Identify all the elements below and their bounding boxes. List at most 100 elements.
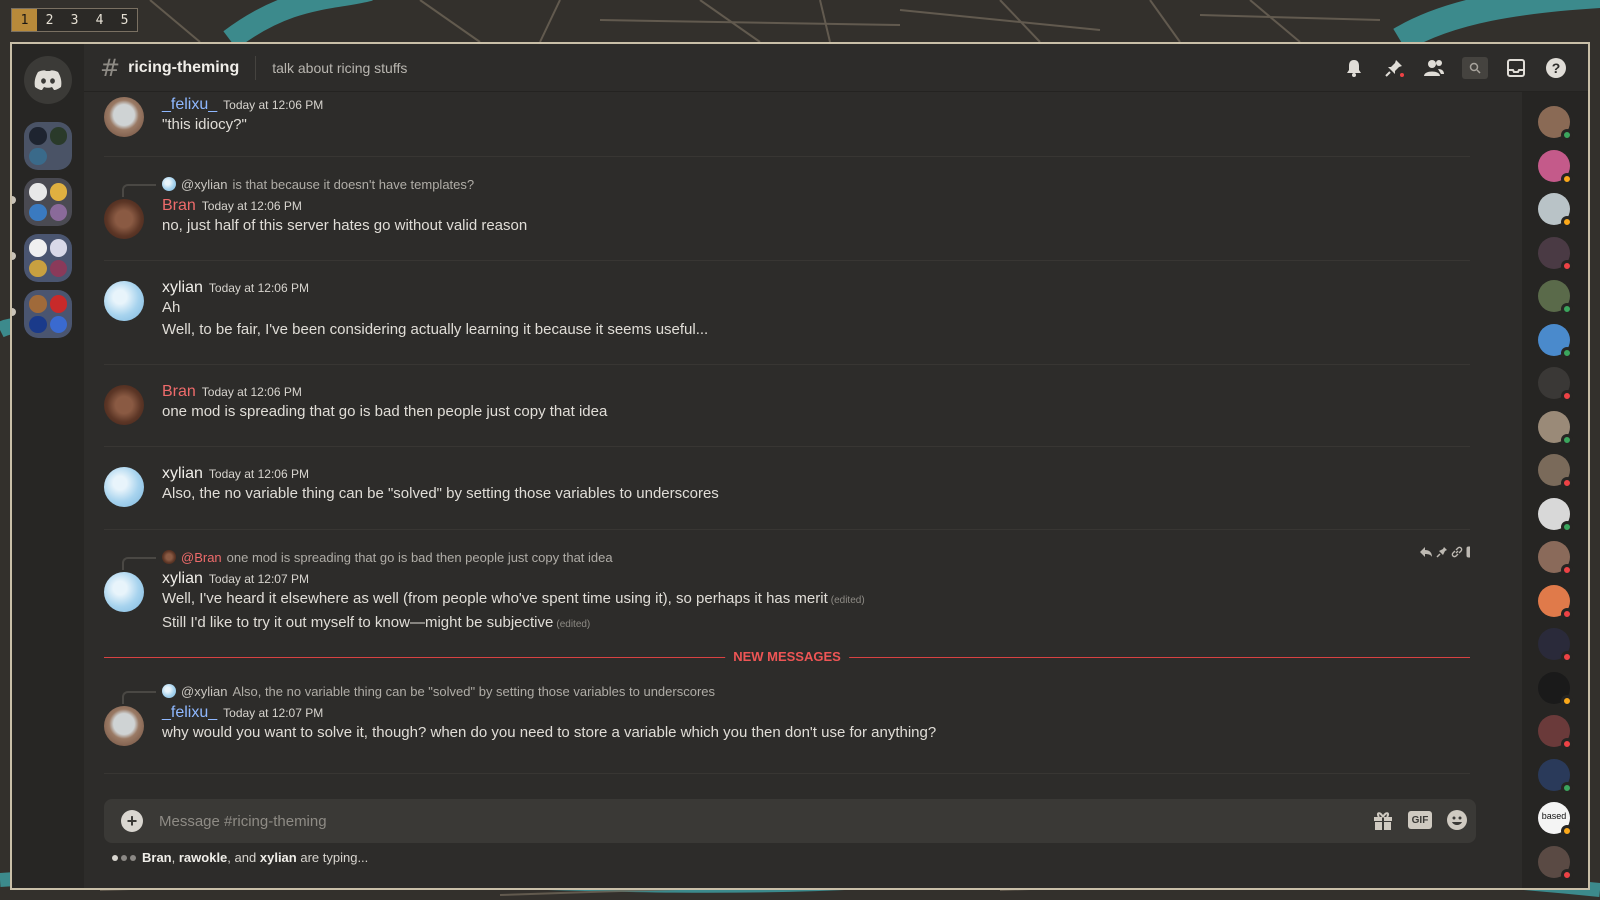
member-list-icon[interactable] — [1422, 56, 1446, 80]
member-avatar[interactable] — [1538, 193, 1573, 228]
workspace-4[interactable]: 4 — [87, 9, 112, 31]
inbox-icon[interactable] — [1504, 56, 1528, 80]
member-avatar[interactable] — [1538, 671, 1573, 707]
typing-suffix: are typing... — [300, 850, 369, 865]
member-avatar[interactable] — [1538, 106, 1573, 141]
message-text: Well, to be fair, I've been considering … — [162, 321, 709, 338]
status-idle-indicator — [1561, 216, 1573, 228]
message[interactable]: Bran Today at 12:06 PM one mod is spreadi… — [104, 365, 1470, 447]
reply-preview[interactable]: @Bran one mod is spreading that go is ba… — [122, 548, 1470, 570]
workspace-1[interactable]: 1 — [12, 9, 37, 31]
emoji-icon[interactable] — [1446, 809, 1468, 831]
reply-avatar — [162, 684, 176, 698]
attach-plus-icon[interactable]: + — [121, 810, 143, 832]
message-author[interactable]: _felixu_ — [162, 96, 217, 113]
home-button[interactable] — [24, 56, 72, 104]
message-author[interactable]: xylian — [162, 279, 203, 296]
avatar[interactable] — [104, 385, 144, 425]
copy-id-icon[interactable]: ID — [1466, 546, 1470, 558]
message[interactable]: xylian Today at 12:06 PM Ah Well, to be f… — [104, 261, 1470, 365]
member-avatar[interactable] — [1538, 541, 1573, 576]
reply-spine — [122, 557, 156, 570]
avatar[interactable] — [104, 281, 144, 321]
pinned-messages-icon[interactable] — [1382, 56, 1406, 80]
member-avatar[interactable] — [1538, 758, 1573, 794]
message[interactable]: xylian Today at 12:06 PM Also, the no var… — [104, 447, 1470, 530]
message-text: one mod is spreading that go is bad then… — [162, 403, 608, 420]
message-author[interactable]: xylian — [162, 570, 203, 587]
message-timestamp: Today at 12:06 PM — [208, 281, 309, 295]
message[interactable]: @xylian is that because it doesn't have … — [104, 157, 1470, 261]
link-icon[interactable] — [1451, 546, 1463, 558]
message-composer: + GIF — [104, 799, 1476, 843]
workspace-5[interactable]: 5 — [112, 9, 137, 31]
member-avatar-label: based — [1541, 811, 1567, 821]
header-toolbar: ? — [1342, 56, 1568, 80]
message[interactable]: @Bran one mod is spreading that go is ba… — [104, 530, 1470, 643]
message-timestamp: Today at 12:07 PM — [208, 572, 309, 586]
message-text: why would you want to solve it, though? … — [162, 724, 937, 741]
status-online-indicator — [1561, 129, 1573, 141]
reply-icon[interactable] — [1419, 546, 1433, 558]
reply-preview[interactable]: @xylian Also, the no variable thing can … — [122, 682, 1470, 704]
member-avatar[interactable] — [1538, 280, 1573, 315]
message-text: Also, the no variable thing can be "solv… — [162, 485, 719, 502]
message[interactable]: @xylian Also, the no variable thing can … — [104, 682, 1470, 774]
member-avatar[interactable] — [1538, 845, 1573, 881]
unread-indicator — [12, 308, 16, 316]
typing-user: Bran — [142, 850, 172, 865]
member-avatar[interactable] — [1538, 454, 1573, 489]
message-input[interactable] — [159, 799, 1309, 843]
message-timestamp: Today at 12:06 PM — [201, 385, 302, 399]
typing-separator: , — [227, 850, 231, 865]
member-avatar[interactable] — [1538, 497, 1573, 533]
channel-header: # ricing-theming talk about ricing stuff… — [84, 44, 1588, 92]
composer-toolbar: GIF — [1372, 809, 1468, 831]
gift-icon[interactable] — [1372, 809, 1394, 831]
pin-icon[interactable] — [1436, 546, 1448, 558]
message-author[interactable]: xylian — [162, 465, 203, 482]
message-author[interactable]: Bran — [162, 197, 196, 214]
help-icon[interactable]: ? — [1544, 56, 1568, 80]
member-avatar[interactable] — [1538, 628, 1573, 663]
search-icon[interactable] — [1462, 57, 1488, 79]
message-author[interactable]: Bran — [162, 383, 196, 400]
server-folder-4[interactable] — [24, 290, 72, 338]
message-author[interactable]: _felixu_ — [162, 704, 217, 721]
avatar[interactable] — [104, 97, 144, 137]
notification-bell-icon[interactable] — [1342, 56, 1366, 80]
avatar[interactable] — [104, 199, 144, 239]
gif-button[interactable]: GIF — [1408, 811, 1432, 829]
reply-mention[interactable]: @Bran — [181, 550, 222, 565]
member-avatar[interactable] — [1538, 323, 1573, 359]
reply-mention[interactable]: @xylian — [181, 177, 227, 192]
workspace-2[interactable]: 2 — [37, 9, 62, 31]
server-folder-1[interactable] — [24, 122, 72, 170]
discord-window: # ricing-theming talk about ricing stuff… — [10, 42, 1590, 890]
avatar[interactable] — [104, 467, 144, 507]
status-online-indicator — [1561, 303, 1573, 315]
server-folder-3[interactable] — [24, 234, 72, 282]
channel-name: ricing-theming — [128, 58, 240, 76]
edited-marker: (edited) — [556, 619, 591, 630]
member-avatar[interactable]: based — [1538, 802, 1573, 837]
server-folder-2[interactable] — [24, 178, 72, 226]
member-avatar[interactable] — [1538, 584, 1573, 620]
typing-and: and — [234, 850, 257, 865]
member-avatar[interactable] — [1538, 410, 1573, 446]
status-online-indicator — [1561, 520, 1573, 533]
status-online-indicator — [1561, 346, 1573, 359]
reply-preview[interactable]: @xylian is that because it doesn't have … — [122, 175, 1470, 197]
avatar[interactable] — [104, 706, 144, 746]
status-dnd-indicator — [1561, 738, 1573, 750]
member-avatar[interactable] — [1538, 236, 1573, 272]
new-messages-label: NEW MESSAGES — [725, 649, 849, 664]
reply-mention[interactable]: @xylian — [181, 684, 227, 699]
member-avatar[interactable] — [1538, 715, 1573, 750]
avatar[interactable] — [104, 572, 144, 612]
message[interactable]: _felixu_ Today at 12:06 PM "this idiocy?" — [104, 92, 1470, 157]
member-avatar[interactable] — [1538, 367, 1573, 402]
member-avatar[interactable] — [1538, 149, 1573, 185]
channel-topic[interactable]: talk about ricing stuffs — [272, 60, 407, 76]
workspace-3[interactable]: 3 — [62, 9, 87, 31]
